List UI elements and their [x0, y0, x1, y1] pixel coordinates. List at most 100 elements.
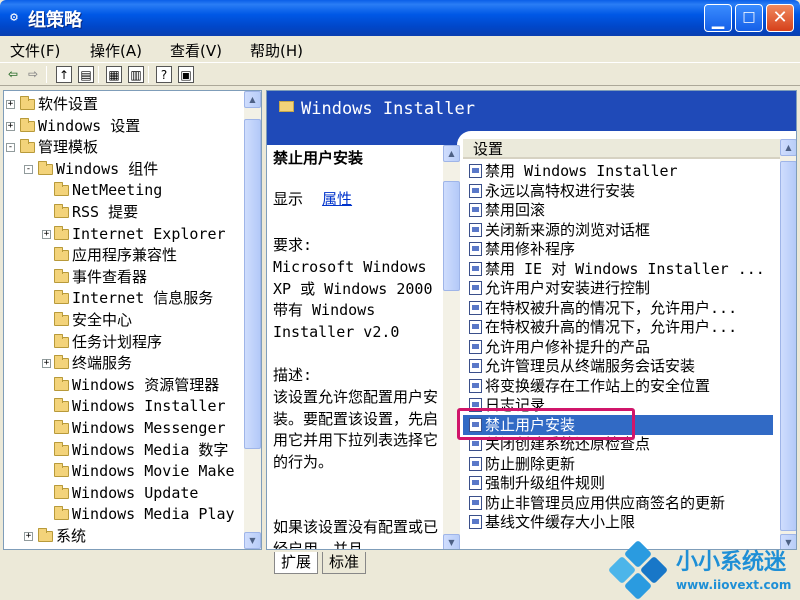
watermark-title: 小小系统迷	[676, 550, 787, 575]
folder-icon	[54, 312, 69, 326]
description-column: 禁止用户安装 显示 属性 要求: Microsoft Windows XP 或 …	[267, 145, 457, 550]
policy-setting-icon	[469, 242, 482, 256]
tree-scrollbar[interactable]: ▲ ▼	[244, 91, 261, 549]
menu-help[interactable]: 帮助(H)	[250, 40, 303, 61]
title-bar[interactable]: ⚙ 组策略 ▁ □ ✕	[0, 0, 800, 36]
setting-row[interactable]: 禁用 IE 对 Windows Installer ...	[463, 259, 773, 279]
setting-row[interactable]: 在特权被升高的情况下，允许用户...	[463, 298, 773, 318]
expander-icon[interactable]: +	[42, 229, 51, 239]
column-header-setting[interactable]: 设置	[463, 139, 786, 159]
menu-view[interactable]: 查看(V)	[170, 40, 222, 61]
description-scrollbar[interactable]: ▲ ▼	[443, 145, 460, 549]
toolbar: ⇦ ⇨ ↑ ▤ ▦ ▥ ? ▣	[0, 62, 800, 86]
policy-setting-icon	[469, 495, 482, 510]
window-title: 组策略	[28, 10, 82, 31]
setting-row[interactable]: 永远以高特权进行安装	[463, 181, 773, 201]
maximize-button[interactable]: □	[735, 4, 763, 32]
setting-row[interactable]: 禁用 Windows Installer	[463, 161, 773, 181]
tab-extended[interactable]: 扩展	[274, 552, 319, 574]
details-pane: Windows Installer 禁止用户安装 显示 属性 要求: Micro…	[266, 90, 797, 550]
folder-icon	[20, 117, 35, 132]
scroll-thumb[interactable]	[443, 181, 460, 291]
folder-icon	[54, 333, 69, 348]
watermark-logo-icon	[607, 539, 669, 600]
requirements-text: Microsoft Windows XP 或 Windows 2000 带有 W…	[273, 258, 433, 341]
folder-icon	[54, 225, 69, 240]
expander-icon[interactable]: -	[24, 164, 33, 174]
expander-icon[interactable]: +	[24, 532, 33, 541]
setting-row[interactable]: 关闭新来源的浏览对话框	[463, 220, 773, 240]
minimize-button[interactable]: ▁	[704, 4, 732, 32]
setting-row[interactable]: 在特权被升高的情况下，允许用户...	[463, 317, 773, 337]
description-more-text: 如果该设置没有配置或已经启用，并且	[273, 518, 439, 550]
setting-label: 强制升级组件规则	[485, 474, 606, 492]
folder-icon	[38, 528, 53, 542]
folder-icon	[54, 506, 69, 521]
setting-row[interactable]: 允许用户修补提升的产品	[463, 337, 773, 357]
toolbar-separator	[98, 66, 99, 83]
expander-icon[interactable]: +	[6, 121, 15, 131]
setting-label: 防止删除更新	[485, 454, 576, 473]
scroll-down-button[interactable]: ▼	[443, 534, 460, 549]
properties-link[interactable]: 属性	[322, 190, 352, 208]
setting-row[interactable]: 禁用修补程序	[463, 239, 773, 259]
expander-icon[interactable]: -	[6, 143, 15, 153]
scroll-down-button[interactable]: ▼	[244, 532, 261, 549]
back-arrow-icon[interactable]: ⇦	[6, 66, 20, 83]
menu-file[interactable]: 文件(F)	[10, 40, 60, 61]
setting-label: 禁用 IE 对 Windows Installer ...	[485, 259, 765, 278]
tree-item-label: RSS 提要	[72, 203, 139, 221]
setting-row[interactable]: 禁用回滚	[463, 200, 773, 220]
folder-icon	[54, 268, 69, 283]
scroll-up-button[interactable]: ▲	[780, 139, 796, 156]
setting-label: 允许用户对安装进行控制	[485, 279, 651, 297]
scroll-thumb[interactable]	[244, 119, 261, 449]
policy-setting-icon	[469, 164, 482, 178]
tree-pane[interactable]: + 软件设置 + Windows 设置 - 管理模板 - Windows 组件 NetMeeti…	[3, 90, 262, 550]
up-folder-icon[interactable]: ↑	[56, 66, 72, 83]
setting-label: 禁用修补程序	[485, 240, 576, 258]
scroll-thumb[interactable]	[780, 161, 796, 531]
policy-setting-icon	[469, 378, 482, 393]
show-tree-icon[interactable]: ▤	[78, 66, 94, 83]
folder-icon	[54, 484, 69, 499]
scroll-up-button[interactable]: ▲	[443, 145, 460, 162]
setting-row[interactable]: 允许用户对安装进行控制	[463, 278, 773, 298]
setting-label: 在特权被升高的情况下，允许用户...	[485, 318, 738, 336]
tab-standard[interactable]: 标准	[322, 552, 367, 574]
expander-icon[interactable]: +	[42, 359, 51, 369]
properties-icon[interactable]: ▦	[106, 66, 122, 83]
close-button[interactable]: ✕	[766, 4, 794, 32]
setting-row[interactable]: 允许管理员从终端服务会话安装	[463, 356, 773, 376]
setting-label: 将变换缓存在工作站上的安全位置	[485, 376, 711, 395]
menu-action[interactable]: 操作(A)	[90, 40, 142, 61]
expander-icon[interactable]: +	[6, 100, 15, 109]
setting-row[interactable]: 强制升级组件规则	[463, 473, 773, 493]
tree-item-label: Windows 资源管理器	[72, 375, 220, 394]
setting-row[interactable]: 将变换缓存在工作站上的安全位置	[463, 376, 773, 396]
setting-row[interactable]: 防止删除更新	[463, 454, 773, 474]
tree-item-label: Internet 信息服务	[72, 289, 214, 308]
help-icon[interactable]: ?	[156, 66, 172, 83]
setting-row[interactable]: 基线文件缓存大小上限	[463, 512, 773, 532]
folder-icon	[54, 182, 69, 197]
tree-item-label: 任务计划程序	[72, 332, 163, 351]
folder-icon	[20, 96, 35, 110]
folder-icon	[38, 160, 53, 175]
setting-label: 禁用回滚	[485, 201, 546, 219]
tree-item-label: 应用程序兼容性	[72, 246, 178, 265]
forward-arrow-icon[interactable]: ⇨	[26, 66, 40, 83]
settings-scrollbar[interactable]: ▲ ▼	[780, 139, 796, 549]
setting-row[interactable]: 防止非管理员应用供应商签名的更新	[463, 493, 773, 513]
folder-icon	[279, 101, 294, 112]
setting-label: 在特权被升高的情况下，允许用户...	[485, 298, 738, 317]
export-icon[interactable]: ▥	[128, 66, 144, 83]
folder-icon	[54, 420, 69, 434]
tree-item-label: Windows Media Play	[72, 505, 235, 524]
setting-label: 永远以高特权进行安装	[485, 181, 636, 200]
tree-item-label: Windows Movie Make	[72, 462, 235, 481]
setting-label: 禁用 Windows Installer	[485, 162, 678, 180]
show-pane-icon[interactable]: ▣	[178, 66, 194, 83]
scroll-up-button[interactable]: ▲	[244, 91, 261, 108]
toolbar-separator	[46, 66, 47, 83]
